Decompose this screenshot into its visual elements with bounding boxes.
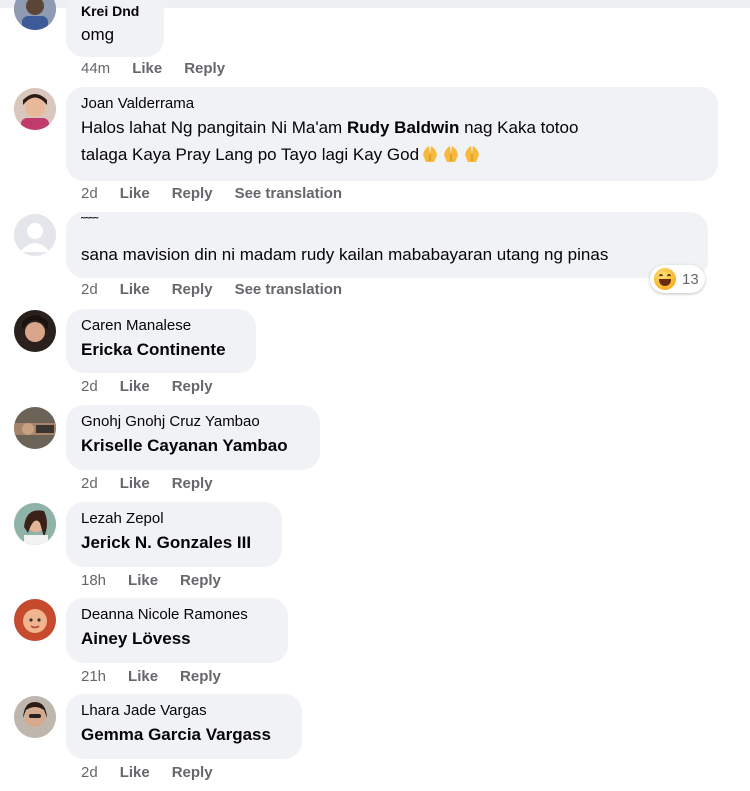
comment-actions: 2d Like Reply — [81, 764, 235, 781]
comment-timestamp[interactable]: 2d — [81, 185, 98, 202]
comment-timestamp[interactable]: 2d — [81, 281, 98, 298]
grinning-squint-face-icon — [654, 268, 676, 290]
tagged-name[interactable]: Ainey Lövess — [81, 625, 274, 653]
avatar[interactable] — [14, 503, 56, 545]
comment-bubble: Krei Dnd omg — [66, 0, 164, 57]
comment-bubble: Deanna Nicole Ramones Ainey Lövess — [66, 598, 288, 663]
comment-bubble: Joan Valderrama Halos lahat Ng pangitain… — [66, 87, 718, 181]
avatar[interactable] — [14, 88, 56, 130]
mentioned-name[interactable]: Rudy Baldwin — [347, 118, 459, 137]
comment-bubble: Lezah Zepol Jerick N. Gonzales III — [66, 502, 282, 567]
comment-text-part: Halos lahat Ng pangitain Ni Ma'am — [81, 118, 347, 137]
comment-text-line2: talaga Kaya Pray Lang po Tayo lagi Kay G… — [81, 142, 704, 168]
comment-timestamp[interactable]: 2d — [81, 378, 98, 395]
comment-actions: 2d Like Reply — [81, 378, 235, 395]
comment-actions: 44m Like Reply — [81, 60, 247, 77]
reply-button[interactable]: Reply — [172, 378, 213, 395]
comment-text: omg — [81, 25, 115, 44]
reply-button[interactable]: Reply — [184, 60, 225, 77]
comment-text: sana mavision din ni madam rudy kailan m… — [81, 245, 609, 264]
comment-author[interactable]: ˜˜˜˜ — [81, 214, 694, 230]
comment-timestamp[interactable]: 44m — [81, 60, 110, 77]
comment-author[interactable]: Lhara Jade Vargas — [81, 701, 288, 721]
comment-author[interactable]: Caren Manalese — [81, 316, 242, 336]
avatar[interactable] — [14, 214, 56, 256]
comment-bubble: Gnohj Gnohj Cruz Yambao Kriselle Cayanan… — [66, 405, 320, 470]
like-button[interactable]: Like — [120, 185, 150, 202]
profile-photo-icon — [14, 599, 56, 641]
comment-author[interactable]: Joan Valderrama — [81, 94, 704, 114]
profile-photo-icon — [14, 310, 56, 352]
like-button[interactable]: Like — [120, 475, 150, 492]
comment-bubble: Lhara Jade Vargas Gemma Garcia Vargass — [66, 694, 302, 759]
comment-timestamp[interactable]: 18h — [81, 572, 106, 589]
avatar[interactable] — [14, 599, 56, 641]
reply-button[interactable]: Reply — [172, 764, 213, 781]
comment-timestamp[interactable]: 2d — [81, 475, 98, 492]
like-button[interactable]: Like — [132, 60, 162, 77]
comment-actions: 18h Like Reply — [81, 572, 243, 589]
folded-hands-icon — [419, 145, 482, 164]
profile-photo-icon — [14, 88, 56, 130]
like-button[interactable]: Like — [120, 764, 150, 781]
like-button[interactable]: Like — [120, 281, 150, 298]
profile-photo-icon — [14, 0, 56, 30]
avatar[interactable] — [14, 407, 56, 449]
see-translation-link[interactable]: See translation — [235, 281, 343, 298]
avatar[interactable] — [14, 696, 56, 738]
reaction-count: 13 — [682, 270, 699, 288]
tagged-name[interactable]: Kriselle Cayanan Yambao — [81, 432, 306, 460]
profile-photo-icon — [14, 407, 56, 449]
comment-author[interactable]: Deanna Nicole Ramones — [81, 605, 274, 625]
comment-text-part: nag Kaka totoo — [459, 118, 579, 137]
like-button[interactable]: Like — [120, 378, 150, 395]
comment-author[interactable]: Lezah Zepol — [81, 509, 268, 529]
reply-button[interactable]: Reply — [180, 572, 221, 589]
profile-photo-icon — [14, 503, 56, 545]
comment-text-part: talaga Kaya Pray Lang po Tayo lagi Kay G… — [81, 145, 420, 164]
profile-photo-icon — [14, 696, 56, 738]
comment-actions: 21h Like Reply — [81, 668, 243, 685]
tagged-name[interactable]: Ericka Continente — [81, 336, 242, 364]
default-avatar-icon — [14, 214, 56, 256]
reply-button[interactable]: Reply — [172, 281, 213, 298]
reply-button[interactable]: Reply — [180, 668, 221, 685]
comment-timestamp[interactable]: 21h — [81, 668, 106, 685]
comment-author[interactable]: Gnohj Gnohj Cruz Yambao — [81, 412, 306, 432]
comment-actions: 2d Like Reply See translation — [81, 281, 364, 298]
comment-timestamp[interactable]: 2d — [81, 764, 98, 781]
tagged-name[interactable]: Jerick N. Gonzales III — [81, 529, 268, 557]
reply-button[interactable]: Reply — [172, 185, 213, 202]
comment-text: Halos lahat Ng pangitain Ni Ma'am Rudy B… — [81, 114, 704, 142]
reply-button[interactable]: Reply — [172, 475, 213, 492]
comment-bubble: ˜˜˜˜ sana mavision din ni madam rudy kai… — [66, 212, 708, 278]
tagged-name[interactable]: Gemma Garcia Vargass — [81, 721, 288, 749]
comment-actions: 2d Like Reply — [81, 475, 235, 492]
see-translation-link[interactable]: See translation — [235, 185, 343, 202]
comment-actions: 2d Like Reply See translation — [81, 185, 364, 202]
like-button[interactable]: Like — [128, 572, 158, 589]
reaction-summary[interactable]: 13 — [650, 265, 705, 293]
avatar[interactable] — [14, 310, 56, 352]
comment-author[interactable]: Krei Dnd — [81, 1, 150, 21]
like-button[interactable]: Like — [128, 668, 158, 685]
comment-bubble: Caren Manalese Ericka Continente — [66, 309, 256, 373]
avatar[interactable] — [14, 0, 56, 30]
